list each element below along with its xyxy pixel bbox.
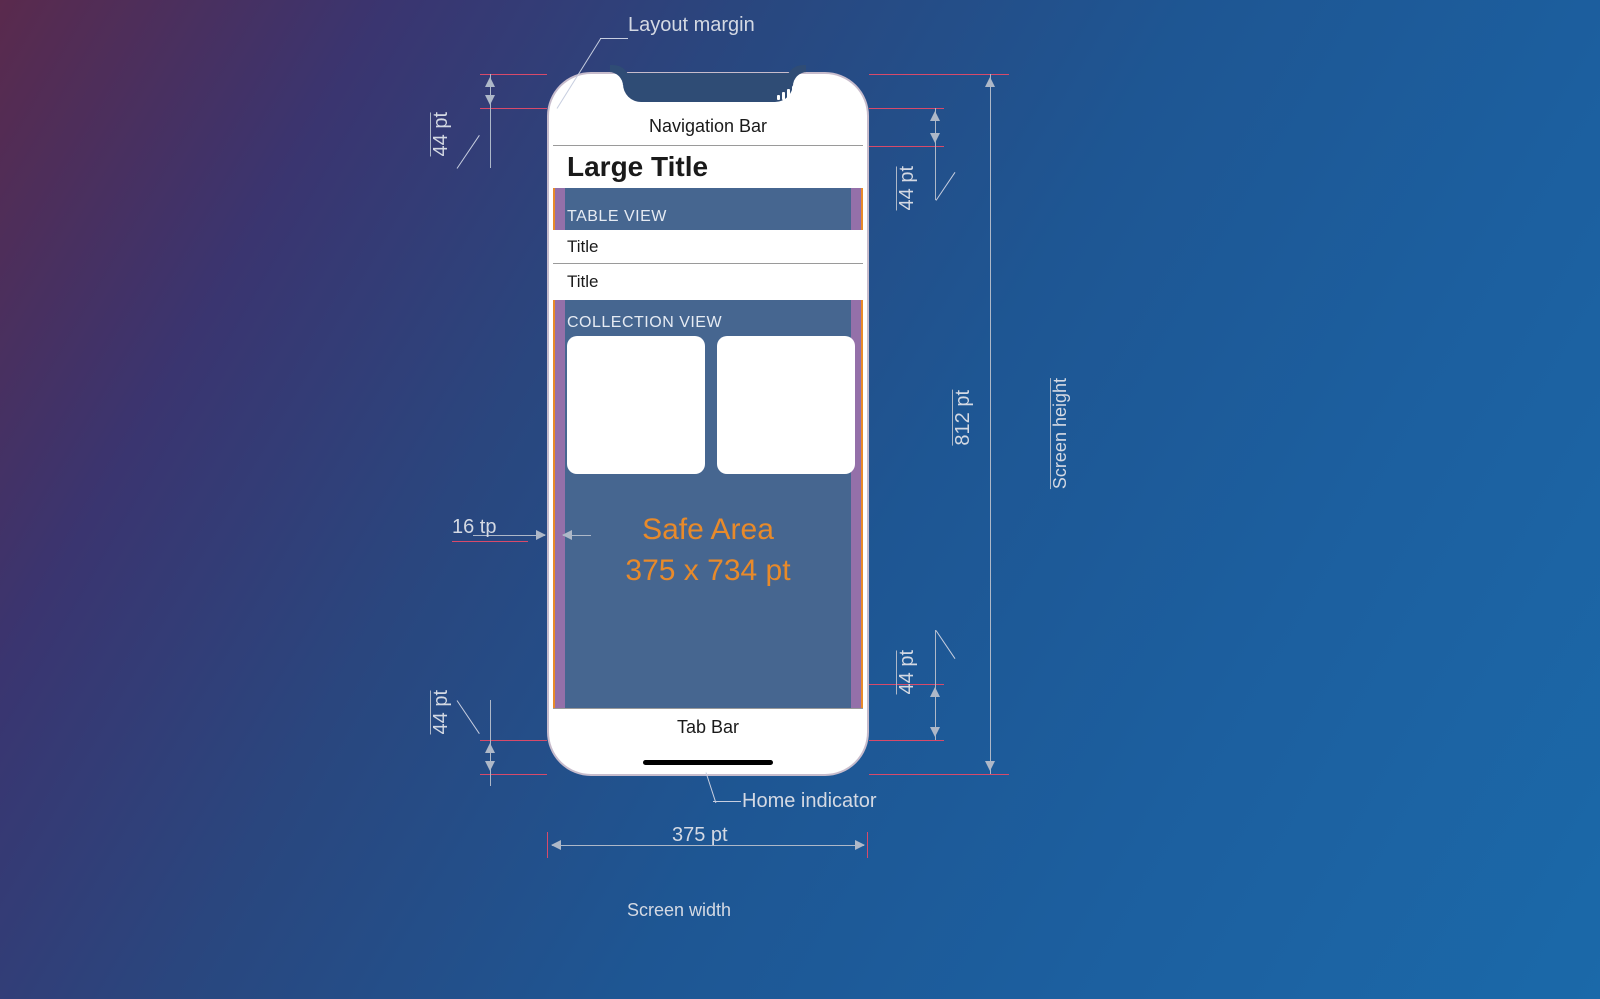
arrow-homeind-44 bbox=[490, 744, 491, 770]
large-title: Large Title bbox=[553, 146, 863, 188]
label-44pt-right-lower: 44 pt bbox=[896, 650, 897, 694]
label-screen-width: Screen width bbox=[627, 900, 731, 921]
collection-card bbox=[567, 336, 705, 474]
arrow-navbar-44 bbox=[935, 112, 936, 142]
layout-margin-left bbox=[553, 108, 565, 746]
collection-cards bbox=[567, 336, 855, 474]
label-375pt: 375 pt bbox=[672, 824, 728, 847]
leader-line bbox=[713, 801, 741, 802]
leader-line bbox=[457, 700, 480, 734]
wifi-icon bbox=[801, 86, 818, 100]
leader-line bbox=[600, 38, 628, 39]
leader-line bbox=[457, 135, 480, 169]
iphone-frame: 9:41 Navigation Bar Large Title TABLE VI… bbox=[547, 72, 869, 776]
measure-tick bbox=[869, 740, 944, 741]
collection-view-header: COLLECTION VIEW bbox=[567, 314, 722, 332]
table-view-header: TABLE VIEW bbox=[567, 208, 667, 226]
label-layout-margin: Layout margin bbox=[628, 14, 755, 37]
label-16tp: 16 tp bbox=[452, 516, 496, 539]
battery-icon bbox=[824, 87, 849, 99]
arrow-margin-left bbox=[563, 535, 591, 536]
safe-area-label: Safe Area 375 x 734 pt bbox=[553, 510, 863, 591]
label-44pt-right-upper: 44 pt bbox=[896, 166, 897, 210]
measure-tick bbox=[869, 774, 1009, 775]
tab-bar: Tab Bar bbox=[553, 708, 863, 746]
status-time: 9:41 bbox=[575, 84, 607, 102]
cellular-icon bbox=[777, 86, 795, 100]
label-812pt: 812 pt bbox=[952, 390, 953, 446]
status-bar: 9:41 bbox=[549, 77, 867, 107]
arrow-screen-height bbox=[990, 78, 991, 770]
navigation-bar: Navigation Bar bbox=[553, 108, 863, 146]
label-screen-height: Screen height bbox=[1050, 378, 1051, 489]
label-44pt-left-upper: 44 pt bbox=[430, 112, 431, 156]
measure-tick bbox=[547, 832, 548, 858]
measure-tick bbox=[869, 108, 944, 109]
measure-tick bbox=[869, 146, 944, 147]
label-44pt-left-lower: 44 pt bbox=[430, 690, 431, 734]
arrow-statusbar-44 bbox=[490, 78, 491, 104]
table-cell-2: Title bbox=[553, 264, 863, 300]
ios-layout-diagram: 9:41 Navigation Bar Large Title TABLE VI… bbox=[0, 0, 1600, 999]
measure-tick bbox=[867, 832, 868, 858]
collection-card bbox=[717, 336, 855, 474]
underline bbox=[452, 541, 528, 542]
label-home-indicator: Home indicator bbox=[742, 790, 877, 813]
status-right-icons bbox=[777, 86, 849, 100]
measure-tick bbox=[869, 74, 1009, 75]
home-indicator-bar bbox=[643, 760, 773, 765]
leader-line bbox=[936, 172, 956, 201]
arrow-tabbar-44 bbox=[935, 688, 936, 736]
phone-content-area: Navigation Bar Large Title TABLE VIEW Ti… bbox=[553, 108, 863, 746]
leader-line bbox=[706, 772, 717, 803]
table-cell-1: Title bbox=[553, 230, 863, 264]
leader-line bbox=[936, 630, 956, 659]
